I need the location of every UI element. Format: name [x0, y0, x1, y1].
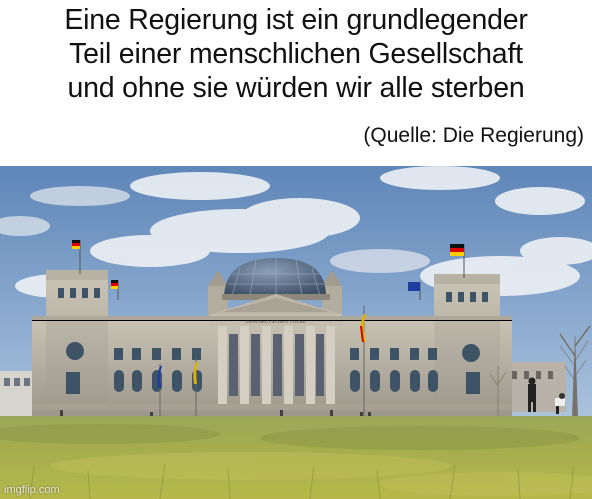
caption-line-2: Teil einer menschlichen Gesellschaft: [69, 38, 523, 70]
imgflip-watermark: imgflip.com: [4, 484, 60, 496]
caption-line-3: und ohne sie würden wir alle sterben: [67, 72, 525, 104]
reichstag-photo: DEM DEUTSCHEN VOLKE imgflip.com: [0, 166, 592, 499]
meme-caption: Eine Regierung ist ein grundlegender Tei…: [0, 0, 592, 105]
source-attribution: (Quelle: Die Regierung): [363, 124, 584, 147]
caption-line-1: Eine Regierung ist ein grundlegender: [64, 4, 528, 36]
